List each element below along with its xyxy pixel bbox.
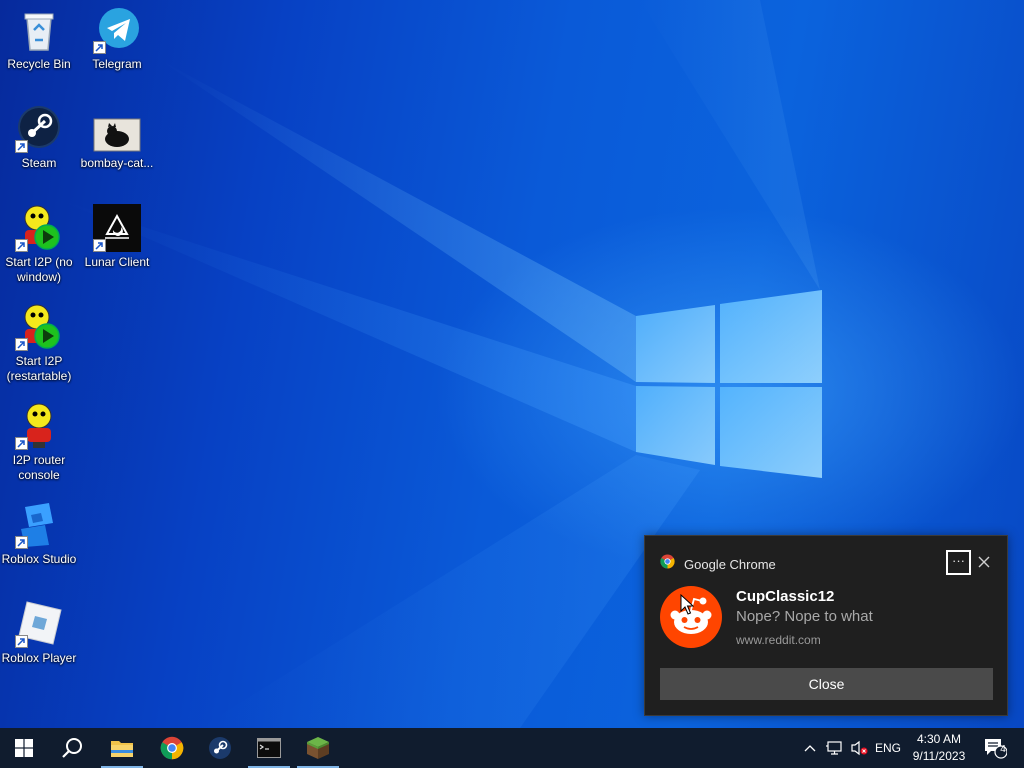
desktop-icon-label: Recycle Bin (7, 57, 71, 71)
grass-block-icon (307, 737, 329, 759)
clock-date: 9/11/2023 (912, 749, 966, 763)
desktop-icon-recycle-bin[interactable]: Recycle Bin (0, 6, 78, 72)
input-language-indicator[interactable]: ENG (872, 728, 904, 768)
search-icon (62, 738, 82, 758)
shortcut-arrow-icon (15, 536, 28, 549)
steam-icon (209, 737, 231, 759)
shortcut-arrow-icon (15, 635, 28, 648)
notification-sender: CupClassic12 (736, 588, 835, 605)
taskbar-steam[interactable] (196, 728, 244, 768)
i2p-restart-icon (15, 303, 63, 351)
folder-icon (111, 741, 133, 757)
taskbar-clock[interactable]: 4:30 AM 9/11/2023 (904, 731, 974, 765)
steam-icon (15, 105, 63, 153)
start-button[interactable] (0, 728, 48, 768)
desktop: Recycle Bin Telegram Steam bombay-cat...… (0, 0, 1024, 728)
desktop-icon-label: bombay-cat... (80, 156, 154, 170)
network-wired-icon (826, 741, 842, 755)
desktop-icon-start-i2p-no-window[interactable]: Start I2P (no window) (0, 204, 78, 285)
logo-pane-tl (636, 305, 715, 383)
notification-source-url: www.reddit.com (736, 633, 821, 647)
search-button[interactable] (48, 728, 96, 768)
desktop-icon-start-i2p-restartable[interactable]: Start I2P (restartable) (0, 303, 78, 384)
desktop-icon-steam[interactable]: Steam (0, 105, 78, 171)
shortcut-arrow-icon (93, 41, 106, 54)
logo-pane-bl (636, 386, 715, 465)
mouse-cursor-icon (680, 594, 694, 615)
shortcut-arrow-icon (15, 140, 28, 153)
clock-time: 4:30 AM (916, 732, 962, 746)
chevron-up-icon (804, 745, 816, 752)
desktop-icon-i2p-router-console[interactable]: I2P router console (0, 402, 78, 483)
taskbar-minecraft[interactable] (294, 728, 342, 768)
desktop-icon-label: Start I2P (restartable) (6, 354, 72, 383)
desktop-icon-label: Lunar Client (84, 255, 150, 269)
notification-message: Nope? Nope to what (736, 608, 873, 625)
action-center-button[interactable]: 4 (978, 728, 1012, 768)
terminal-icon (257, 738, 281, 758)
desktop-icon-label: Start I2P (no window) (5, 255, 73, 284)
shortcut-arrow-icon (15, 239, 28, 252)
desktop-icon-bombay-cat[interactable]: bombay-cat... (78, 105, 156, 171)
taskbar-google-chrome[interactable] (148, 728, 196, 768)
volume-muted-icon (851, 740, 868, 756)
taskbar: ENG 4:30 AM 9/11/2023 4 (0, 728, 1024, 768)
desktop-icon-label: I2P router console (12, 453, 66, 482)
roblox-studio-icon (15, 501, 63, 549)
taskbar-command-prompt[interactable] (245, 728, 293, 768)
taskbar-file-explorer[interactable] (98, 728, 146, 768)
roblox-player-icon (15, 600, 63, 648)
logo-pane-br (720, 387, 822, 478)
notification-app-name: Google Chrome (684, 556, 776, 572)
volume-tray-button[interactable] (848, 728, 870, 768)
image-thumbnail-icon (93, 105, 141, 153)
shortcut-arrow-icon (93, 239, 106, 252)
show-hidden-icons-button[interactable] (800, 728, 820, 768)
i2p-console-icon (15, 402, 63, 450)
desktop-icon-telegram[interactable]: Telegram (78, 6, 156, 72)
shortcut-arrow-icon (15, 338, 28, 351)
desktop-icon-label: Steam (21, 156, 57, 170)
logo-pane-tr (720, 290, 822, 383)
network-tray-button[interactable] (824, 728, 846, 768)
notification-dismiss-button[interactable] (975, 553, 993, 571)
chrome-notification-toast[interactable]: Google Chrome ··· CupClassic12 Nope? Nop… (644, 535, 1008, 716)
i2p-start-icon (15, 204, 63, 252)
close-icon (978, 556, 990, 568)
chrome-icon (660, 554, 675, 574)
notification-header: Google Chrome (660, 554, 776, 574)
notification-count-badge: 4 (1000, 744, 1006, 755)
lunar-client-icon (93, 204, 141, 252)
desktop-icon-roblox-studio[interactable]: Roblox Studio (0, 501, 78, 567)
recycle-bin-icon (15, 6, 63, 54)
telegram-icon (93, 6, 141, 54)
notification-more-options-button[interactable]: ··· (946, 550, 971, 575)
desktop-icon-roblox-player[interactable]: Roblox Player (0, 600, 78, 666)
notification-close-button[interactable]: Close (660, 668, 993, 700)
desktop-icon-lunar-client[interactable]: Lunar Client (78, 204, 156, 270)
desktop-icon-label: Telegram (92, 57, 142, 71)
desktop-icon-label: Roblox Studio (1, 552, 77, 566)
shortcut-arrow-icon (15, 437, 28, 450)
desktop-icon-label: Roblox Player (1, 651, 77, 665)
chrome-icon (160, 736, 184, 760)
windows-logo-icon (15, 739, 33, 757)
